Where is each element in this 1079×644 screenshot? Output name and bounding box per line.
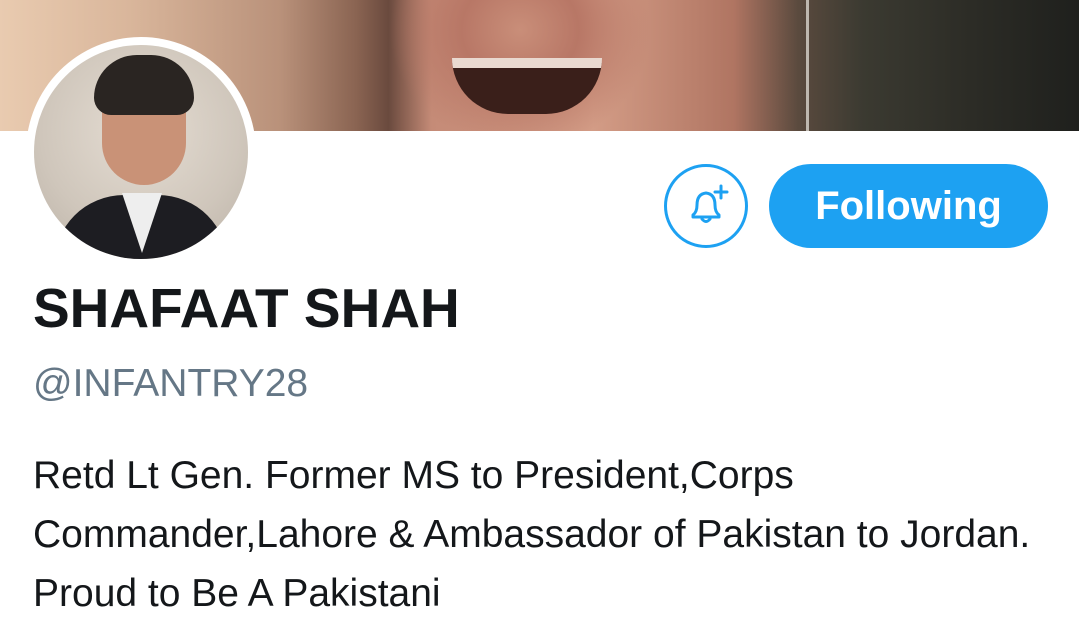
display-name: SHAFAAT SHAH: [33, 277, 460, 339]
avatar[interactable]: [26, 37, 256, 267]
profile-bio: Retd Lt Gen. Former MS to President,Corp…: [33, 454, 1031, 615]
notifications-button[interactable]: [664, 164, 748, 248]
following-button[interactable]: Following: [769, 164, 1048, 248]
avatar-photo: [34, 45, 248, 259]
banner-photo-detail: [806, 0, 809, 131]
user-handle: @INFANTRY28: [33, 362, 309, 405]
banner-photo-detail: [452, 58, 602, 114]
bell-plus-icon: [691, 184, 729, 223]
avatar-photo-detail: [94, 55, 194, 115]
